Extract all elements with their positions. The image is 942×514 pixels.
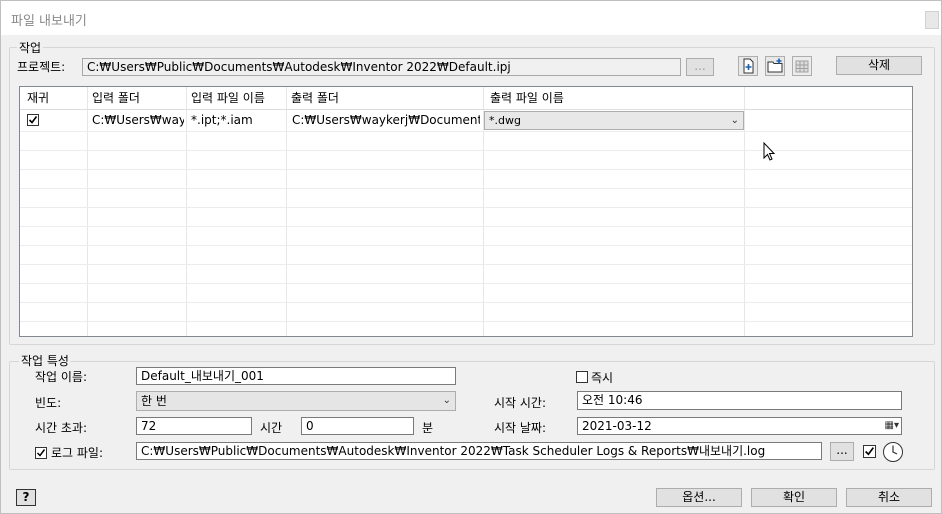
- add-folder-icon: [767, 58, 783, 73]
- immediate-checkbox[interactable]: [576, 371, 588, 383]
- add-folder-button[interactable]: [765, 56, 785, 76]
- title-bar: 파일 내보내기: [1, 1, 941, 35]
- frequency-select[interactable]: 한 번 ⌄: [136, 391, 456, 411]
- column-header-output-filename[interactable]: 출력 파일 이름: [486, 87, 744, 109]
- job-group-label: 작업: [17, 39, 44, 56]
- timeout-minutes-field[interactable]: 0: [301, 417, 414, 435]
- immediate-label: 즉시: [591, 371, 614, 385]
- log-file-label: 로그 파일:: [51, 446, 104, 460]
- remove-item-button[interactable]: [792, 56, 812, 76]
- output-folder-cell[interactable]: C:₩Users₩waykerj₩Documents₩...: [292, 111, 480, 130]
- log-file-browse-button[interactable]: ...: [830, 442, 854, 461]
- start-time-field[interactable]: 오전 10:46: [577, 391, 902, 410]
- grid-remove-icon: [795, 60, 809, 73]
- output-filename-combo[interactable]: *.dwg ⌄: [484, 111, 744, 130]
- checkmark-icon: [865, 447, 875, 456]
- output-filename-value: *.dwg: [489, 114, 521, 127]
- recursive-checkbox[interactable]: [27, 114, 39, 126]
- column-header-output-folder[interactable]: 출력 폴더: [287, 87, 483, 109]
- checkmark-icon: [36, 449, 46, 457]
- timeout-label: 시간 초과:: [35, 421, 88, 435]
- column-header-input-filename[interactable]: 입력 파일 이름: [187, 87, 286, 109]
- log-file-path-field[interactable]: C:₩Users₩Public₩Documents₩Autodesk₩Inven…: [136, 442, 822, 460]
- task-name-field[interactable]: Default_내보내기_001: [136, 367, 456, 385]
- column-header-input-folder[interactable]: 입력 폴더: [88, 87, 186, 109]
- task-grid: 재귀 입력 폴더 입력 파일 이름 출력 폴더 출력 파일 이름 C:₩User…: [19, 86, 913, 337]
- calendar-dropdown-icon[interactable]: ▦▾: [885, 418, 899, 434]
- delete-button[interactable]: 삭제: [836, 56, 922, 75]
- log-file-checkbox[interactable]: [35, 447, 47, 459]
- clock-icon[interactable]: [882, 441, 904, 463]
- chevron-down-icon: ⌄: [730, 115, 739, 126]
- start-time-label: 시작 시간:: [494, 396, 547, 410]
- timeout-hours-field[interactable]: 72: [136, 417, 252, 435]
- export-files-dialog: 파일 내보내기 작업 프로젝트: C:₩Users₩Public₩Documen…: [0, 0, 942, 514]
- window-title: 파일 내보내기: [11, 14, 87, 29]
- task-name-label: 작업 이름:: [35, 370, 88, 384]
- log-enable-checkbox[interactable]: [863, 445, 876, 458]
- start-date-value: 2021-03-12: [582, 419, 652, 433]
- project-path-field[interactable]: C:₩Users₩Public₩Documents₩Autodesk₩Inven…: [82, 58, 681, 76]
- input-filename-cell[interactable]: *.ipt;*.iam: [191, 111, 283, 130]
- add-file-icon: [743, 58, 754, 74]
- chevron-down-icon: ⌄: [442, 395, 451, 406]
- minutes-unit-label: 분: [422, 421, 434, 435]
- task-properties-label: 작업 특성: [19, 352, 71, 369]
- window-close-button[interactable]: [925, 11, 939, 29]
- hours-unit-label: 시간: [260, 421, 283, 435]
- cancel-button[interactable]: 취소: [846, 488, 932, 507]
- start-date-picker[interactable]: 2021-03-12 ▦▾: [577, 417, 902, 435]
- project-browse-button[interactable]: ...: [686, 58, 714, 76]
- help-button[interactable]: ?: [16, 489, 36, 506]
- ok-button[interactable]: 확인: [751, 488, 837, 507]
- frequency-value: 한 번: [141, 394, 167, 408]
- project-label: 프로젝트:: [17, 60, 66, 74]
- checkmark-icon: [28, 116, 38, 124]
- start-date-label: 시작 날짜:: [494, 421, 547, 435]
- frequency-label: 빈도:: [35, 396, 62, 410]
- column-header-recursive[interactable]: 재귀: [23, 87, 87, 109]
- mouse-cursor-icon: [763, 142, 776, 161]
- input-folder-cell[interactable]: C:₩Users₩way...: [92, 111, 184, 130]
- add-task-button[interactable]: [738, 56, 758, 76]
- options-button[interactable]: 옵션...: [656, 488, 742, 507]
